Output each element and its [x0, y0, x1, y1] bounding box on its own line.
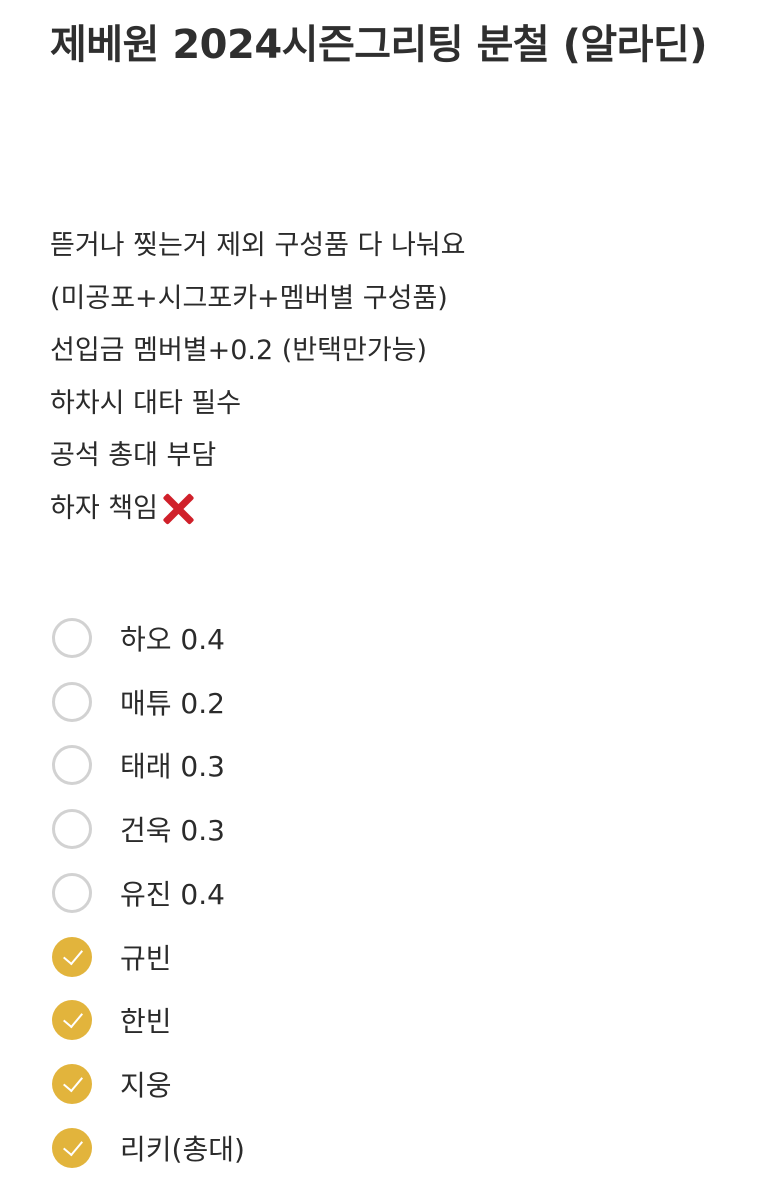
checklist-item-label: 건욱 0.3 [120, 814, 225, 848]
description-block: 뜯거나 찢는거 제외 구성품 다 나눠요 (미공포+시그포카+멤버별 구성품) … [50, 220, 740, 535]
description-line: 뜯거나 찢는거 제외 구성품 다 나눠요 [50, 220, 740, 273]
checklist-item: 지웅 [52, 1052, 742, 1116]
checklist-item: 매튜 0.2 [52, 670, 742, 734]
red-x-icon [160, 492, 194, 526]
checkbox[interactable] [52, 936, 92, 977]
description-text: (미공포+시그포카+멤버별 구성품) [50, 282, 448, 314]
checklist-item: 건욱 0.3 [52, 797, 742, 861]
checklist-item: 태래 0.3 [52, 734, 742, 798]
checklist-item-label: 한빈 [120, 1005, 172, 1039]
description-text: 하차시 대타 필수 [50, 387, 242, 419]
member-checklist: 하오 0.4 매튜 0.2 태래 0.3 건욱 0.3 유진 0.4 규빈 한빈… [52, 606, 742, 1180]
description-text: 선입금 멤버별+0.2 (반택만가능) [50, 335, 428, 366]
checklist-item-label: 규빈 [120, 941, 172, 975]
checkbox[interactable] [52, 872, 92, 913]
checklist-item-label: 리키(총대) [120, 1132, 245, 1166]
description-line: 하자 책임 [50, 483, 740, 536]
checkbox[interactable] [52, 809, 92, 850]
checkbox[interactable] [52, 1000, 92, 1041]
checklist-item: 유진 0.4 [52, 861, 742, 925]
description-text: 공석 총대 부담 [50, 440, 217, 471]
checkbox[interactable] [52, 745, 92, 786]
description-line: 선입금 멤버별+0.2 (반택만가능) [50, 325, 740, 378]
checklist-item: 규빈 [52, 925, 742, 989]
checkbox[interactable] [52, 1064, 92, 1105]
description-text: 뜯거나 찢는거 제외 구성품 다 나눠요 [50, 230, 466, 261]
checklist-item-label: 유진 0.4 [120, 877, 225, 911]
checkbox[interactable] [52, 1127, 92, 1168]
check-icon [62, 1135, 83, 1157]
description-line: 하차시 대타 필수 [50, 378, 740, 431]
checklist-item-label: 하오 0.4 [120, 622, 225, 656]
description-line: 공석 총대 부담 [50, 430, 740, 483]
checkbox[interactable] [52, 617, 92, 658]
check-icon [62, 1007, 83, 1029]
checkbox[interactable] [52, 681, 92, 722]
checklist-item: 리키(총대) [52, 1116, 742, 1180]
checklist-item: 한빈 [52, 989, 742, 1053]
description-text: 하자 책임 [50, 492, 158, 524]
description-line: (미공포+시그포카+멤버별 구성품) [50, 273, 740, 326]
checklist-item: 하오 0.4 [52, 606, 742, 670]
checklist-item-label: 태래 0.3 [120, 750, 225, 784]
checklist-item-label: 매튜 0.2 [120, 686, 225, 720]
check-icon [62, 1071, 83, 1093]
page-title: 제베원 2024시즌그리팅 분철 (알라딘) [50, 22, 708, 68]
check-icon [62, 944, 83, 965]
checklist-item-label: 지웅 [120, 1069, 172, 1103]
